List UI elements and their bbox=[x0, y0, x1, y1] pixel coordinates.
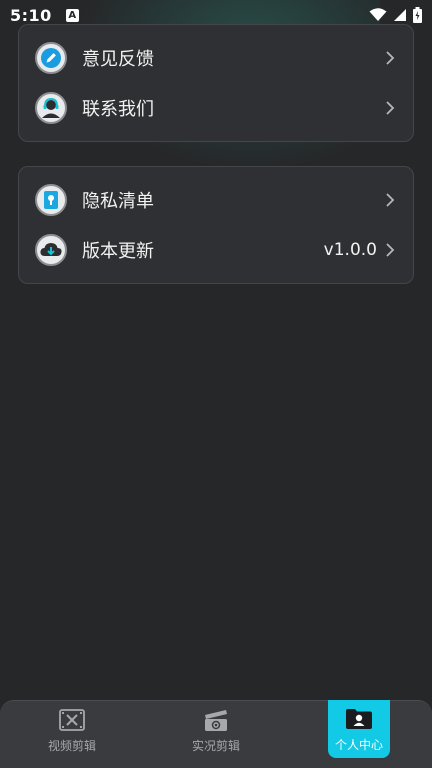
cloud-download-icon bbox=[35, 234, 67, 266]
support-agent-icon bbox=[35, 92, 67, 124]
privacy-lock-icon bbox=[35, 184, 67, 216]
bottom-tab-bar: 视频剪辑 实况剪辑 个人中心 bbox=[0, 700, 432, 768]
menu-card-privacy-update: 隐私清单 版本更新 v1.0.0 bbox=[18, 166, 414, 284]
film-scissors-icon bbox=[58, 707, 86, 733]
status-icons bbox=[369, 7, 422, 23]
tab-profile[interactable]: 个人中心 bbox=[328, 700, 390, 758]
menu-item-label: 版本更新 bbox=[82, 241, 154, 262]
pencil-icon bbox=[35, 42, 67, 74]
chevron-right-icon bbox=[383, 101, 397, 115]
version-value: v1.0.0 bbox=[323, 240, 377, 260]
menu-item-feedback[interactable]: 意见反馈 bbox=[19, 33, 413, 83]
menu-item-version-update[interactable]: 版本更新 v1.0.0 bbox=[19, 225, 413, 275]
wifi-icon bbox=[369, 8, 387, 21]
menu-item-label: 联系我们 bbox=[82, 99, 154, 120]
tab-label: 个人中心 bbox=[334, 738, 383, 752]
menu-item-privacy-list[interactable]: 隐私清单 bbox=[19, 175, 413, 225]
clapper-icon bbox=[202, 707, 230, 733]
tab-live-edit[interactable]: 实况剪辑 bbox=[185, 701, 247, 759]
chevron-right-icon bbox=[383, 193, 397, 207]
tab-video-edit[interactable]: 视频剪辑 bbox=[41, 701, 103, 759]
signal-icon bbox=[394, 9, 406, 21]
notification-icon: A bbox=[65, 8, 79, 22]
status-time: 5:10 bbox=[10, 5, 52, 25]
chevron-right-icon bbox=[383, 243, 397, 257]
menu-item-contact-us[interactable]: 联系我们 bbox=[19, 83, 413, 133]
menu-item-label: 意见反馈 bbox=[82, 49, 154, 70]
battery-icon bbox=[413, 7, 422, 23]
tab-label: 视频剪辑 bbox=[47, 739, 96, 753]
menu-card-feedback-contact: 意见反馈 联系我们 bbox=[18, 24, 414, 142]
tab-label: 实况剪辑 bbox=[191, 739, 240, 753]
chevron-right-icon bbox=[383, 51, 397, 65]
menu-item-label: 隐私清单 bbox=[82, 191, 154, 212]
user-folder-icon bbox=[345, 706, 373, 732]
